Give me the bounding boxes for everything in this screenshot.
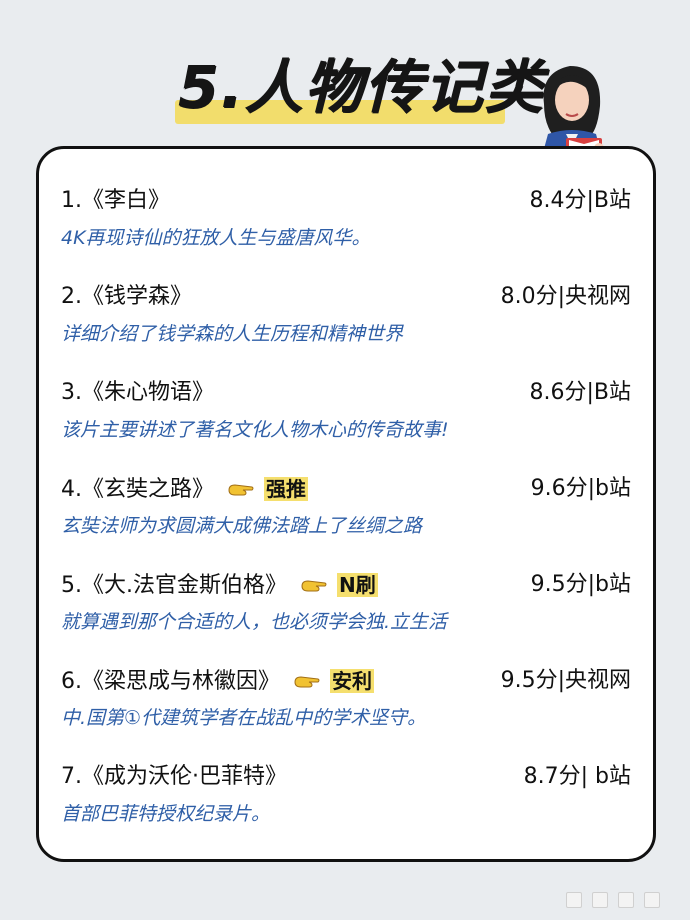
item-header: 2.《钱学森》 8.0分|央视网 bbox=[61, 277, 631, 317]
list-item: 7.《成为沃伦·巴菲特》 8.7分| b站 首部巴菲特授权纪录片。 bbox=[61, 757, 631, 841]
item-number: 6. bbox=[61, 669, 82, 694]
item-description: 首部巴菲特授权纪录片。 bbox=[61, 803, 271, 825]
item-description: 玄奘法师为求圆满大成佛法踏上了丝绸之路 bbox=[61, 515, 423, 537]
item-header: 6.《梁思成与林徽因》 安利 9.5分|央视网 bbox=[61, 661, 631, 701]
item-score: 9.6分|b站 bbox=[530, 476, 631, 501]
item-number: 5. bbox=[61, 573, 82, 598]
item-heading: 3.《朱心物语》 bbox=[61, 380, 215, 405]
item-number: 3. bbox=[61, 380, 82, 405]
recommend-tag: 强推 bbox=[264, 477, 309, 501]
item-header: 4.《玄奘之路》 强推 9.6分|b站 bbox=[61, 469, 631, 509]
item-title: 《成为沃伦·巴菲特》 bbox=[82, 764, 287, 789]
item-heading: 1.《李白》 bbox=[61, 188, 171, 213]
list-item: 6.《梁思成与林徽因》 安利 9.5分|央视网 中.国第①代建筑学者在战乱中的学… bbox=[61, 661, 631, 745]
dot-indicators bbox=[566, 892, 660, 908]
item-heading: 6.《梁思成与林徽因》 安利 bbox=[61, 669, 375, 694]
item-number: 7. bbox=[61, 764, 82, 789]
item-score: 8.6分|B站 bbox=[529, 380, 632, 405]
item-description: 就算遇到那个合适的人，也必须学会独.立生活 bbox=[61, 611, 448, 633]
item-score: 9.5分|b站 bbox=[530, 572, 631, 597]
item-header: 5.《大.法官金斯伯格》 N刷 9.5分|b站 bbox=[61, 565, 631, 605]
item-description: 详细介绍了钱学森的人生历程和精神世界 bbox=[61, 323, 404, 345]
item-number: 2. bbox=[61, 284, 82, 309]
item-heading: 4.《玄奘之路》 强推 bbox=[61, 477, 309, 502]
item-header: 3.《朱心物语》 8.6分|B站 bbox=[61, 373, 631, 413]
list-item: 3.《朱心物语》 8.6分|B站 该片主要讲述了著名文化人物木心的传奇故事! bbox=[61, 373, 631, 457]
dot-indicator bbox=[566, 892, 582, 908]
item-header: 7.《成为沃伦·巴菲特》 8.7分| b站 bbox=[61, 757, 631, 797]
list-item: 1.《李白》 8.4分|B站 4K再现诗仙的狂放人生与盛唐风华。 bbox=[61, 181, 631, 265]
item-title: 《玄奘之路》 bbox=[82, 477, 215, 502]
item-description: 4K再现诗仙的狂放人生与盛唐风华。 bbox=[61, 227, 371, 249]
item-title: 《朱心物语》 bbox=[82, 380, 215, 405]
item-heading: 5.《大.法官金斯伯格》 N刷 bbox=[61, 573, 378, 598]
item-score: 9.5分|央视网 bbox=[500, 668, 631, 693]
dot-indicator bbox=[592, 892, 608, 908]
item-title: 《李白》 bbox=[82, 188, 171, 213]
item-heading: 2.《钱学森》 bbox=[61, 284, 193, 309]
item-heading: 7.《成为沃伦·巴菲特》 bbox=[61, 764, 287, 789]
pointing-hand-icon bbox=[228, 484, 254, 496]
item-number: 1. bbox=[61, 188, 82, 213]
item-title: 《钱学森》 bbox=[82, 284, 193, 309]
recommend-tag: 安利 bbox=[330, 669, 375, 693]
pointing-hand-icon bbox=[301, 580, 327, 592]
page-title: 5.人物传记类 bbox=[178, 53, 545, 121]
item-score: 8.0分|央视网 bbox=[500, 284, 631, 309]
item-header: 1.《李白》 8.4分|B站 bbox=[61, 181, 631, 221]
list-item: 4.《玄奘之路》 强推 9.6分|b站 玄奘法师为求圆满大成佛法踏上了丝绸之路 bbox=[61, 469, 631, 553]
documentary-list-card: 1.《李白》 8.4分|B站 4K再现诗仙的狂放人生与盛唐风华。 2.《钱学森》… bbox=[36, 146, 656, 862]
header: 5.人物传记类 bbox=[0, 36, 690, 171]
pointing-hand-icon bbox=[294, 676, 320, 688]
list-item: 2.《钱学森》 8.0分|央视网 详细介绍了钱学森的人生历程和精神世界 bbox=[61, 277, 631, 361]
list-item: 5.《大.法官金斯伯格》 N刷 9.5分|b站 就算遇到那个合适的人，也必须学会… bbox=[61, 565, 631, 649]
item-description: 中.国第①代建筑学者在战乱中的学术坚守。 bbox=[61, 707, 427, 729]
dot-indicator bbox=[618, 892, 634, 908]
item-number: 4. bbox=[61, 477, 82, 502]
item-description: 该片主要讲述了著名文化人物木心的传奇故事! bbox=[61, 419, 449, 441]
item-title: 《大.法官金斯伯格》 bbox=[82, 573, 287, 598]
recommend-tag: N刷 bbox=[337, 573, 378, 597]
item-score: 8.7分| b站 bbox=[523, 764, 631, 789]
item-score: 8.4分|B站 bbox=[529, 188, 632, 213]
dot-indicator bbox=[644, 892, 660, 908]
item-title: 《梁思成与林徽因》 bbox=[82, 669, 281, 694]
